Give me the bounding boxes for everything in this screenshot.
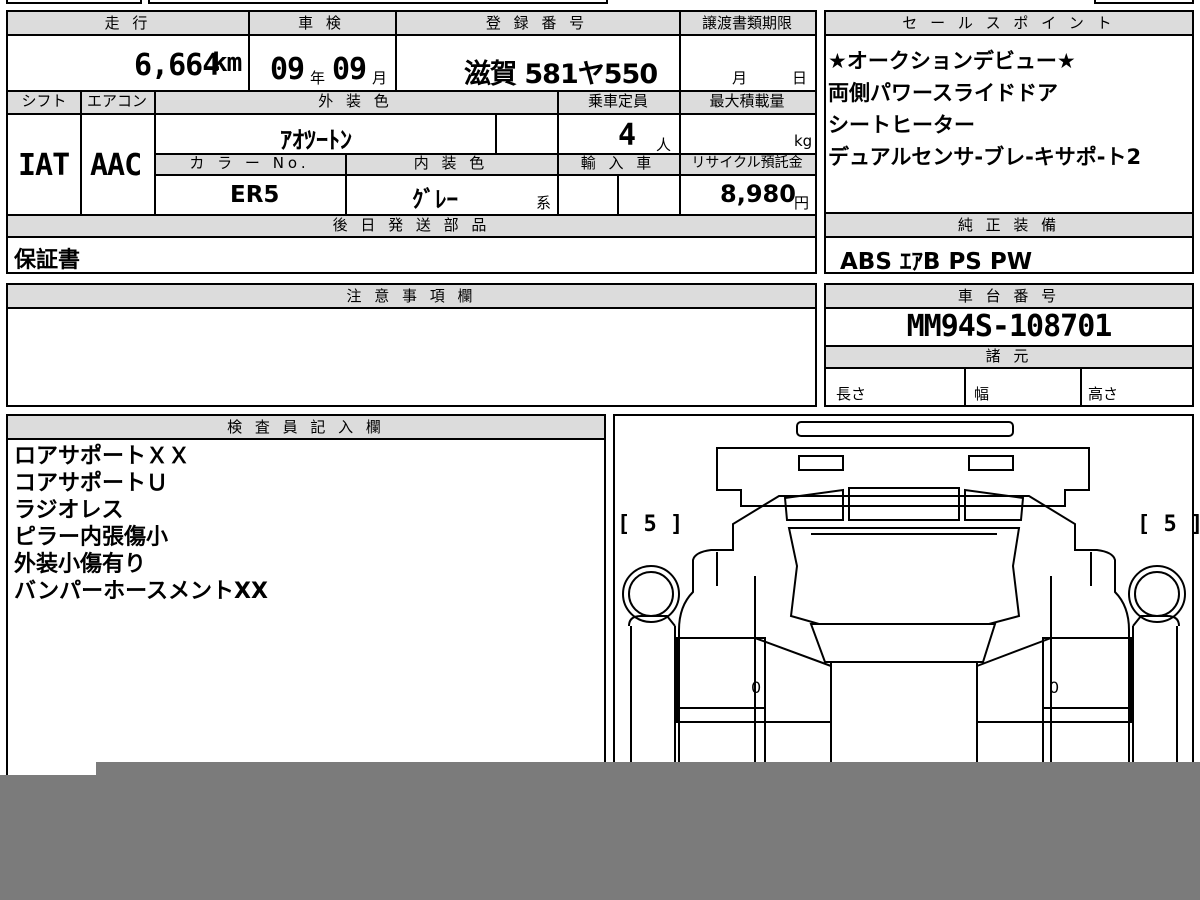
redaction-band-top bbox=[96, 762, 1200, 776]
inspection-year: 09 bbox=[270, 52, 305, 87]
inspector-note: ラジオレス bbox=[14, 498, 124, 523]
shift-header: シフト bbox=[21, 92, 67, 110]
sales-points-list: ★オークションデビュー★ 両側パワースライドドア シートヒーター デュアルセンサ… bbox=[828, 45, 1141, 173]
sales-points-header: セ ー ル ス ポ イ ン ト bbox=[902, 14, 1116, 32]
month-unit: 月 bbox=[372, 69, 388, 87]
inspector-note: ピラー内張傷小 bbox=[14, 525, 169, 550]
main-info-table: 走 行 車 検 登 録 番 号 譲渡書類期限 6,664 km 09 年 09 … bbox=[6, 10, 817, 274]
inspector-notes-list: ロアサポートＸＸ コアサポートＵ ラジオレス ピラー内張傷小 外装小傷有り バン… bbox=[14, 443, 268, 605]
capacity-unit: 人 bbox=[656, 136, 672, 154]
chassis-specs-box: 車 台 番 号 MM94S-108701 諸 元 長さ 幅 高さ bbox=[824, 283, 1194, 407]
chassis-header: 車 台 番 号 bbox=[957, 287, 1061, 305]
top-strip-right bbox=[1094, 0, 1194, 4]
inspector-note: 外装小傷有り bbox=[14, 552, 147, 577]
later-parts-header: 後 日 発 送 部 品 bbox=[332, 216, 491, 234]
redaction-band bbox=[0, 775, 1200, 900]
top-strip-left bbox=[6, 0, 142, 4]
interior-color-value: ｸﾞﾚｰ bbox=[412, 187, 458, 213]
max-load-header: 最大積載量 bbox=[709, 92, 785, 110]
transfer-deadline-header: 譲渡書類期限 bbox=[701, 14, 792, 32]
spec-width-label: 幅 bbox=[974, 385, 990, 403]
right-door-mark: 0 bbox=[1049, 678, 1060, 697]
caution-header: 注 意 事 項 欄 bbox=[346, 287, 477, 305]
car-body-diagram bbox=[622, 421, 1186, 812]
left-tire-rating: [ 5 ] bbox=[617, 512, 684, 537]
capacity-value: 4 bbox=[618, 118, 636, 153]
registration-header: 登 録 番 号 bbox=[485, 14, 589, 32]
exterior-color-header: 外 装 色 bbox=[318, 92, 393, 110]
inspector-note: コアサポートＵ bbox=[14, 471, 169, 496]
registration-number: 滋賀 581ヤ550 bbox=[464, 59, 658, 90]
sales-point-item: ★オークションデビュー★ bbox=[828, 49, 1076, 73]
sales-point-item: 両側パワースライドドア bbox=[828, 81, 1058, 105]
spec-length-label: 長さ bbox=[836, 385, 867, 403]
chassis-number: MM94S-108701 bbox=[906, 309, 1113, 344]
exterior-color-value: ｱｵﾂｰﾄﾝ bbox=[280, 126, 352, 154]
capacity-header: 乗車定員 bbox=[587, 92, 648, 110]
load-unit: kg bbox=[794, 132, 813, 150]
transfer-month-unit: 月 bbox=[732, 69, 748, 87]
ac-value: AAC bbox=[90, 148, 142, 183]
inspection-month: 09 bbox=[332, 52, 367, 87]
transfer-day-unit: 日 bbox=[792, 69, 808, 87]
sales-point-item: シートヒーター bbox=[828, 113, 975, 137]
shift-value: IAT bbox=[18, 148, 70, 183]
inspector-notes-box: 検 査 員 記 入 欄 ロアサポートＸＸ コアサポートＵ ラジオレス ピラー内張… bbox=[6, 414, 606, 814]
recycle-unit: 円 bbox=[794, 194, 810, 212]
specs-header: 諸 元 bbox=[985, 347, 1033, 365]
spec-height-label: 高さ bbox=[1088, 385, 1119, 403]
ac-header: エアコン bbox=[86, 92, 147, 110]
left-door-mark: 0 bbox=[751, 678, 762, 697]
color-no-value: ER5 bbox=[230, 182, 280, 208]
year-unit: 年 bbox=[310, 69, 326, 87]
sales-point-item: デュアルセンサ-ブレ-キサポ-ト2 bbox=[828, 145, 1142, 169]
sales-points-box: セ ー ル ス ポ イ ン ト ★オークションデビュー★ 両側パワースライドドア… bbox=[824, 10, 1194, 214]
recycle-fee-value: 8,980 bbox=[720, 180, 796, 208]
standard-equipment-box: 純 正 装 備 ABS ｴｱB PS PW bbox=[824, 212, 1194, 275]
inspector-note: ロアサポートＸＸ bbox=[14, 444, 191, 469]
car-diagram-box: [ 5 ] [ 5 ] 0 0 bbox=[613, 414, 1200, 814]
inspection-header: 車 検 bbox=[298, 14, 345, 32]
right-tire-rating: [ 5 ] bbox=[1137, 512, 1200, 537]
standard-equipment-value: ABS ｴｱB PS PW bbox=[840, 249, 1033, 275]
top-strip-mid bbox=[148, 0, 608, 4]
caution-box: 注 意 事 項 欄 bbox=[6, 283, 817, 407]
standard-equipment-header: 純 正 装 備 bbox=[957, 216, 1061, 234]
import-header: 輸 入 車 bbox=[580, 154, 656, 172]
interior-color-header: 内 装 色 bbox=[413, 154, 489, 172]
interior-unit: 系 bbox=[536, 194, 552, 212]
mileage-unit: km bbox=[212, 48, 242, 78]
mileage-header: 走 行 bbox=[104, 14, 152, 32]
later-parts-value: 保証書 bbox=[14, 248, 81, 273]
inspector-note: バンパーホースメントXX bbox=[14, 579, 268, 604]
recycle-fee-header: リサイクル預託金 bbox=[691, 155, 803, 171]
mileage-value: 6,664 bbox=[134, 48, 220, 83]
color-no-header: カ ラ ー No. bbox=[189, 154, 310, 172]
inspector-header: 検 査 員 記 入 欄 bbox=[227, 418, 385, 436]
